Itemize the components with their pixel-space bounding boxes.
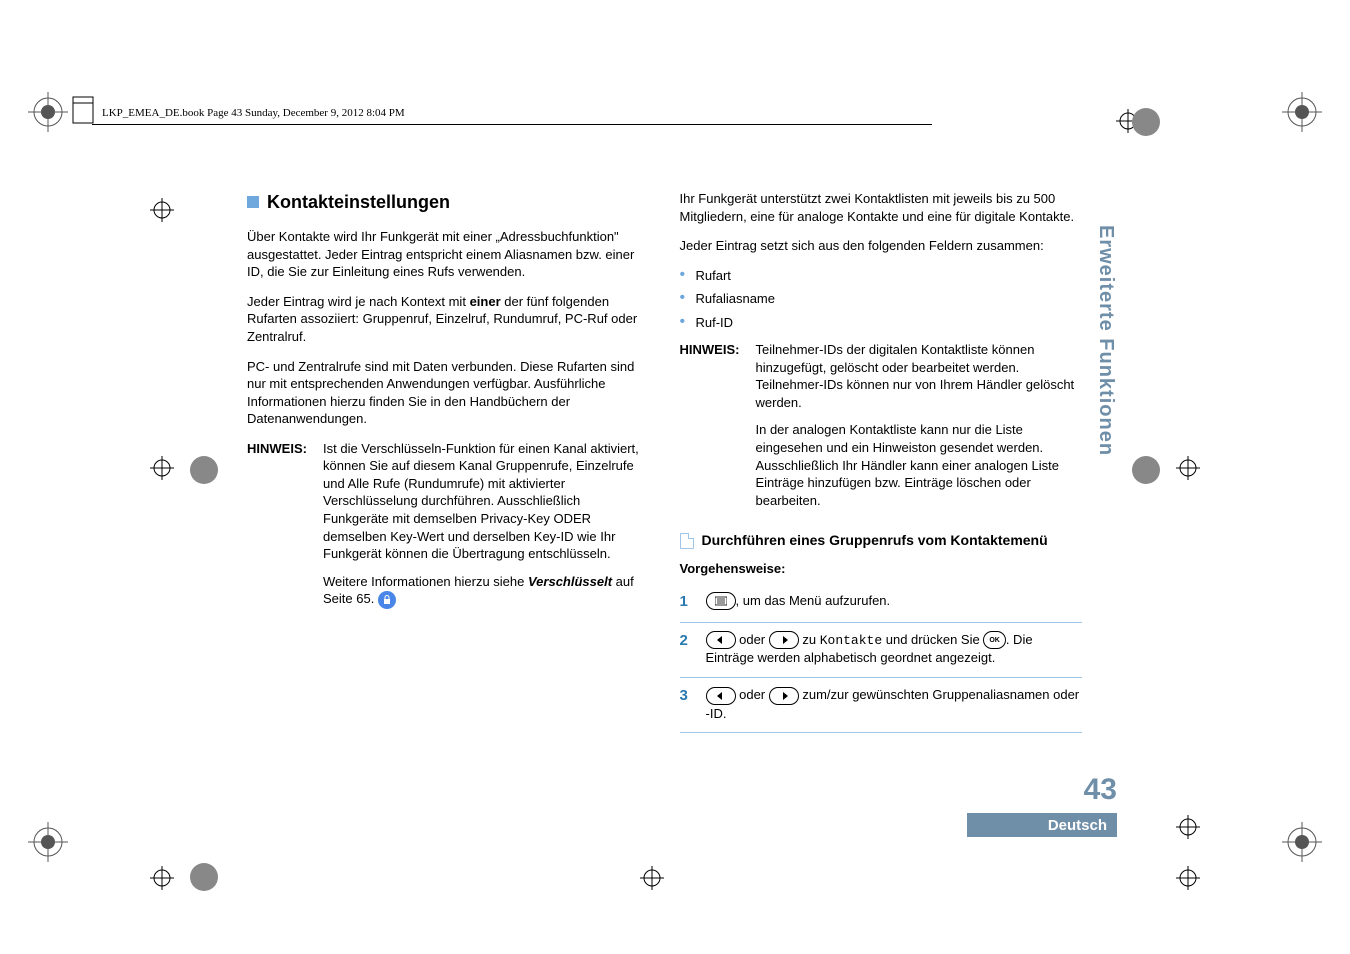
- registration-icon: [640, 866, 664, 890]
- side-tab: Erweiterte Funktionen: [1091, 225, 1117, 495]
- crop-mark-icon: [1282, 822, 1322, 862]
- field-list: Rufart Rufaliasname Ruf-ID: [680, 267, 1083, 332]
- note-text: In der analogen Kontaktliste kann nur di…: [756, 421, 1083, 509]
- menu-key-icon: [706, 592, 736, 610]
- note-label: HINWEIS:: [247, 440, 317, 619]
- registration-icon: [1176, 866, 1200, 890]
- registration-icon: [1176, 456, 1200, 480]
- language-tab: Deutsch: [967, 813, 1117, 837]
- procedure-label: Vorgehensweise:: [680, 560, 1083, 578]
- section-marker-icon: [247, 196, 259, 208]
- step: 2 oder zu Kontakte und drücken Sie OK. D…: [680, 623, 1083, 678]
- crop-mark-icon: [28, 822, 68, 862]
- subsection-title: Durchführen eines Gruppenrufs vom Kontak…: [702, 531, 1048, 550]
- list-item: Ruf-ID: [680, 314, 1083, 332]
- paragraph: Jeder Eintrag setzt sich aus den folgend…: [680, 237, 1083, 255]
- paragraph: Ihr Funkgerät unterstützt zwei Kontaktli…: [680, 190, 1083, 225]
- left-key-icon: [706, 631, 736, 649]
- right-column: Ihr Funkgerät unterstützt zwei Kontaktli…: [680, 190, 1083, 830]
- paragraph: Über Kontakte wird Ihr Funkgerät mit ein…: [247, 228, 650, 281]
- header-rule: [92, 124, 932, 125]
- list-item: Rufaliasname: [680, 290, 1083, 308]
- step: 1 , um das Menü aufzurufen.: [680, 584, 1083, 623]
- dot-icon: [1132, 456, 1160, 484]
- step: 3 oder zum/zur gewünschten Gruppenaliasn…: [680, 678, 1083, 733]
- paragraph: PC- und Zentralrufe sind mit Daten verbu…: [247, 358, 650, 428]
- left-column: Kontakteinstellungen Über Kontakte wird …: [247, 190, 650, 830]
- left-key-icon: [706, 687, 736, 705]
- section-title: Kontakteinstellungen: [267, 190, 450, 214]
- step-number: 3: [680, 686, 694, 722]
- note-text: Ist die Verschlüsseln-Funktion für einen…: [323, 440, 650, 563]
- book-icon: [70, 95, 96, 125]
- ok-key-icon: OK: [983, 631, 1006, 649]
- registration-icon: [1176, 815, 1200, 839]
- dot-icon: [1132, 108, 1160, 136]
- note-text: Teilnehmer-IDs der digitalen Kontaktlist…: [756, 341, 1083, 411]
- registration-icon: [150, 866, 174, 890]
- note-text: Weitere Informationen hierzu siehe Versc…: [323, 573, 650, 609]
- dot-icon: [190, 456, 218, 484]
- right-key-icon: [769, 687, 799, 705]
- list-item: Rufart: [680, 267, 1083, 285]
- page-header: LKP_EMEA_DE.book Page 43 Sunday, Decembe…: [102, 107, 405, 119]
- step-number: 2: [680, 631, 694, 667]
- step-number: 1: [680, 592, 694, 612]
- registration-icon: [150, 456, 174, 480]
- crop-mark-icon: [1282, 92, 1322, 132]
- document-icon: [680, 533, 694, 549]
- note-block: HINWEIS: Teilnehmer-IDs der digitalen Ko…: [680, 341, 1083, 519]
- paragraph: Jeder Eintrag wird je nach Kontext mit e…: [247, 293, 650, 346]
- right-key-icon: [769, 631, 799, 649]
- registration-icon: [150, 198, 174, 222]
- note-block: HINWEIS: Ist die Verschlüsseln-Funktion …: [247, 440, 650, 619]
- note-label: HINWEIS:: [680, 341, 750, 519]
- crop-mark-icon: [28, 92, 68, 132]
- dot-icon: [190, 863, 218, 891]
- procedure-steps: 1 , um das Menü aufzurufen. 2 oder zu Ko…: [680, 584, 1083, 733]
- page-number: 43: [1084, 773, 1117, 807]
- lock-icon: [378, 591, 396, 609]
